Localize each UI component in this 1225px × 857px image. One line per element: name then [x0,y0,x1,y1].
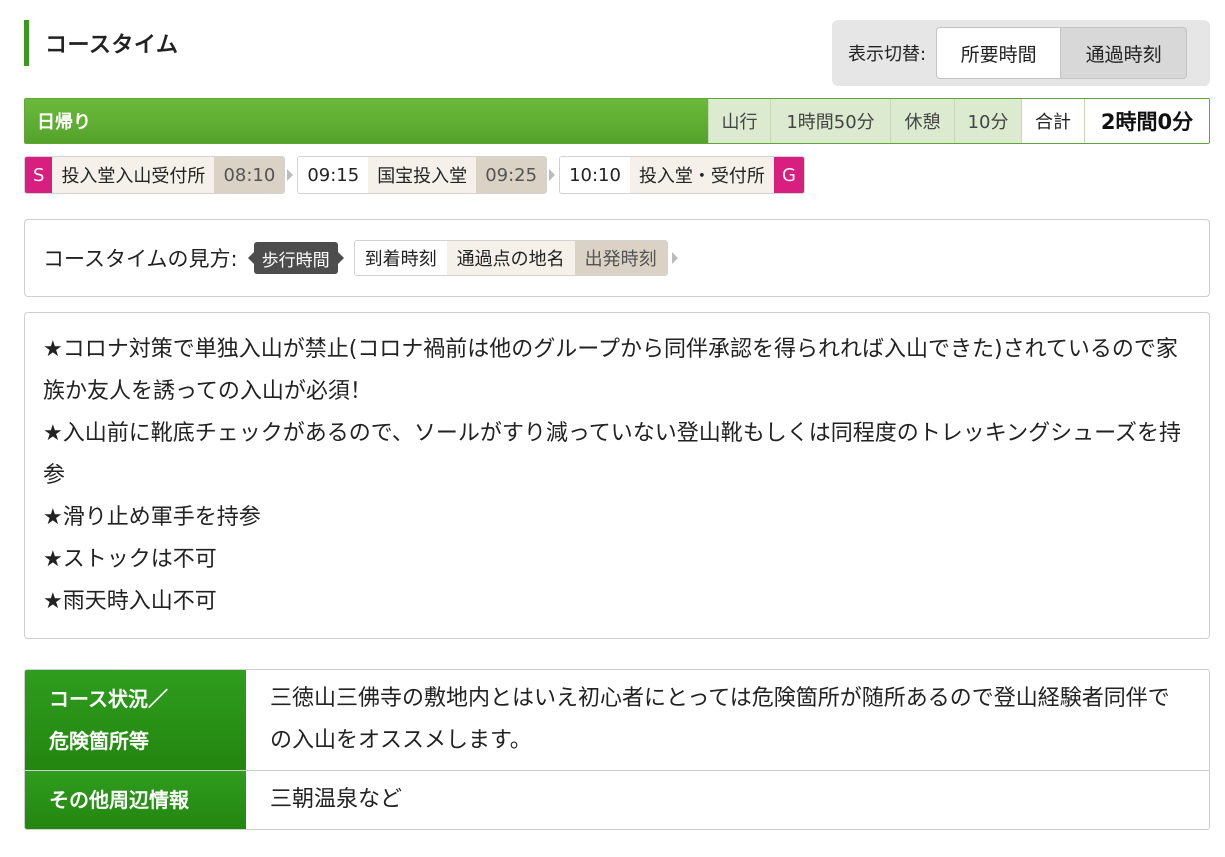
climb-label: 山行 [708,99,770,143]
total-label: 合計 [1021,99,1084,143]
table-row: コース状況／ 危険箇所等 三徳山三佛寺の敷地内とはいえ初心者にとっては危険箇所が… [25,670,1209,770]
toggle-passtime-button[interactable]: 通過時刻 [1061,27,1188,79]
route-mid-chip: 09:15 国宝投入堂 09:25 [297,156,548,194]
route-start-chip: S 投入堂入山受付所 08:10 [24,156,286,194]
legend-place: 通過点の地名 [446,241,575,275]
section-title-bar: コースタイム [24,20,178,66]
total-value: 2時間0分 [1084,99,1209,143]
mid-departure: 09:25 [476,157,547,193]
climb-value: 1時間50分 [770,99,890,143]
route-end-chip: 10:10 投入堂・受付所 G [559,156,805,194]
table-row: その他周辺情報 三朝温泉など [25,770,1209,829]
goal-mark: G [773,157,804,193]
course-type: 日帰り [25,99,708,143]
legend-label: コースタイムの見方: [43,247,238,271]
mid-place[interactable]: 国宝投入堂 [368,157,477,193]
note-item: ★入山前に靴底チェックがあるので、ソールがすり減っていない登山靴もしくは同程度の… [43,421,1181,488]
note-item: ★滑り止め軍手を持参 [43,505,261,530]
course-condition-text: 三徳山三佛寺の敷地内とはいえ初心者にとっては危険箇所が随所あるので登山経験者同伴… [270,686,1170,753]
other-info-text: 三朝温泉など [270,787,403,812]
mid-arrival: 09:15 [298,157,369,193]
course-condition-header: コース状況／ 危険箇所等 [25,670,246,770]
course-info-table: コース状況／ 危険箇所等 三徳山三佛寺の敷地内とはいえ初心者にとっては危険箇所が… [24,669,1210,830]
course-condition-label-line1: コース状況／ [49,687,168,711]
start-departure: 08:10 [214,157,285,193]
course-condition-label-line2: 危険箇所等 [49,729,149,753]
section-title: コースタイム [45,33,179,58]
route-arrow-icon [549,169,556,181]
route-arrow-icon [287,169,294,181]
display-toggle: 表示切替: 所要時間 通過時刻 [832,20,1210,86]
rest-label: 休憩 [890,99,954,143]
legend-arrow-icon [671,252,678,264]
legend-walk-time: 歩行時間 [247,242,344,274]
route-timeline: S 投入堂入山受付所 08:10 09:15 国宝投入堂 09:25 10:10… [24,156,815,194]
rest-value: 10分 [954,99,1021,143]
course-notes: ★コロナ対策で単独入山が禁止(コロナ禍前は他のグループから同伴承認を得られれば入… [24,312,1210,639]
note-item: ★雨天時入山不可 [43,589,217,614]
end-place[interactable]: 投入堂・受付所 [629,157,774,193]
start-mark: S [25,157,53,193]
course-time-legend: コースタイムの見方: 歩行時間 到着時刻 通過点の地名 出発時刻 [24,219,1210,297]
other-info-header: その他周辺情報 [25,771,246,829]
end-arrival: 10:10 [560,157,630,193]
note-item: ★コロナ対策で単独入山が禁止(コロナ禍前は他のグループから同伴承認を得られれば入… [43,337,1178,404]
toggle-duration-button[interactable]: 所要時間 [936,27,1062,79]
legend-departure: 出発時刻 [574,241,667,275]
course-summary-bar: 日帰り 山行 1時間50分 休憩 10分 合計 2時間0分 [24,98,1210,144]
legend-arrival: 到着時刻 [354,241,447,275]
toggle-label: 表示切替: [848,44,927,65]
note-item: ★ストックは不可 [43,547,217,572]
start-place[interactable]: 投入堂入山受付所 [52,157,215,193]
legend-chip: 到着時刻 通過点の地名 出発時刻 [353,240,668,276]
